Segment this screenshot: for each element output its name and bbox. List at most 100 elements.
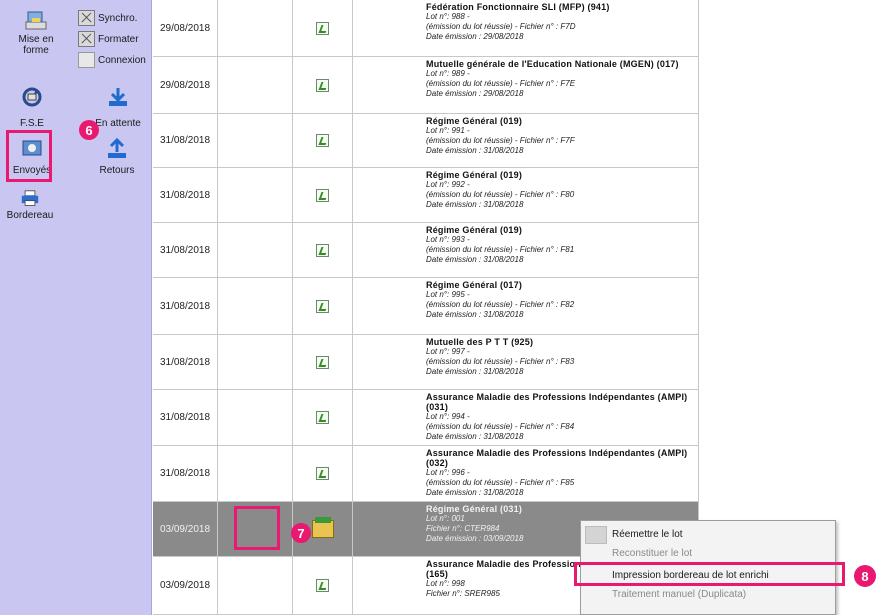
formater-button[interactable]: Formater xyxy=(78,31,139,47)
document-icon[interactable] xyxy=(316,467,329,480)
row-title: Régime Général (031) xyxy=(426,504,523,514)
row-emission-status: (émission du lot réussie) - Fichier n° :… xyxy=(426,79,576,88)
mise-en-forme-icon xyxy=(25,11,47,30)
row-emission-date: Date émission : 31/08/2018 xyxy=(426,310,524,319)
row-description: Régime Général (019) Lot n°: 992 - (émissi… xyxy=(353,168,699,222)
document-icon[interactable] xyxy=(316,579,329,592)
document-icon[interactable] xyxy=(316,411,329,424)
row-date: 31/08/2018 xyxy=(153,446,218,501)
mise-en-forme-label: Mise en forme xyxy=(18,34,54,56)
row-emission-status: (émission du lot réussie) - Fichier n° :… xyxy=(426,300,575,309)
table-row[interactable]: 31/08/2018 Mutuelle des P T T (925) Lot n°… xyxy=(153,335,699,390)
connexion-button[interactable]: Connexion xyxy=(78,52,146,68)
row-description: Assurance Maladie des Professions Indépe… xyxy=(353,390,699,445)
row-doc-cell[interactable] xyxy=(293,57,353,113)
row-emission-status: (émission du lot réussie) - Fichier n° :… xyxy=(426,136,575,145)
fse-sync-icon xyxy=(22,87,42,107)
connexion-checkbox-icon xyxy=(78,52,95,68)
step-badge-7: 7 xyxy=(291,523,311,543)
row-doc-cell[interactable] xyxy=(293,223,353,277)
menu-item-traitement-manuel[interactable]: Traitement manuel (Duplicata) xyxy=(612,589,746,600)
row-empty-cell xyxy=(218,114,293,167)
row-title: Régime Général (017) xyxy=(426,280,523,290)
row-empty-cell xyxy=(218,223,293,277)
table-row[interactable]: 31/08/2018 Régime Général (019) Lot n°: 99… xyxy=(153,114,699,168)
sidebar: Mise en forme Synchro. Formater Connexio… xyxy=(0,0,152,615)
row-emission-status: (émission du lot réussie) - Fichier n° :… xyxy=(426,357,575,366)
document-icon[interactable] xyxy=(316,78,329,92)
document-icon[interactable] xyxy=(316,243,329,257)
synchro-button[interactable]: Synchro. xyxy=(78,10,137,26)
row-description: Mutuelle générale de l'Education Nationa… xyxy=(353,57,699,113)
table-row[interactable]: 31/08/2018 Régime Général (019) Lot n°: 99… xyxy=(153,168,699,223)
row-empty-cell xyxy=(218,335,293,389)
synchro-label: Synchro. xyxy=(98,12,138,24)
document-icon[interactable] xyxy=(316,299,329,313)
bordereau-label: Bordereau xyxy=(6,210,54,221)
row-description: Régime Général (019) Lot n°: 991 - (émissi… xyxy=(353,114,699,167)
row-title: Régime Général (019) xyxy=(426,225,523,235)
fse-button[interactable]: F.S.E xyxy=(10,86,54,129)
row-empty-cell xyxy=(218,278,293,334)
table-row[interactable]: 29/08/2018 Mutuelle générale de l'Educati… xyxy=(153,57,699,114)
table-row[interactable]: 31/08/2018 Régime Général (019) Lot n°: 99… xyxy=(153,223,699,278)
row-doc-cell[interactable] xyxy=(293,168,353,222)
menu-item-reconstituer[interactable]: Reconstituer le lot xyxy=(612,548,692,559)
row-date: 31/08/2018 xyxy=(153,223,218,277)
lot-folder-icon[interactable] xyxy=(311,517,334,538)
row-empty-cell xyxy=(218,446,293,501)
row-doc-cell[interactable] xyxy=(293,278,353,334)
row-empty-cell xyxy=(218,557,293,614)
row-doc-cell[interactable] xyxy=(293,446,353,501)
document-icon[interactable] xyxy=(316,21,329,35)
document-icon[interactable] xyxy=(316,188,329,202)
row-title: Régime Général (019) xyxy=(426,116,523,126)
row-date: 31/08/2018 xyxy=(153,390,218,445)
row-date: 31/08/2018 xyxy=(153,335,218,389)
document-icon[interactable] xyxy=(316,355,329,369)
row-title: Assurance Maladie des Professions Indépe… xyxy=(426,448,688,468)
retours-icon xyxy=(108,138,126,158)
row-emission-date: Date émission : 29/08/2018 xyxy=(426,32,524,41)
row-lot-number: Lot n°: 992 - xyxy=(426,180,470,189)
row-lot-number: Lot n°: 997 - xyxy=(426,347,470,356)
row-emission-status: (émission du lot réussie) - Fichier n° :… xyxy=(426,478,575,487)
connexion-label: Connexion xyxy=(98,54,146,66)
step-badge-6: 6 xyxy=(79,120,99,140)
document-icon[interactable] xyxy=(316,134,329,147)
row-lot-number: Lot n°: 991 - xyxy=(426,126,470,135)
row-doc-cell[interactable] xyxy=(293,557,353,614)
bordereau-button[interactable]: Bordereau xyxy=(6,190,54,221)
row-doc-cell[interactable] xyxy=(293,114,353,167)
en-attente-label: En attente xyxy=(95,118,141,129)
row-title: Régime Général (019) xyxy=(426,170,523,180)
table-row[interactable]: 29/08/2018 Fédération Fonctionnaire SLI (… xyxy=(153,0,699,57)
row-lot-number: Lot n°: 995 - xyxy=(426,290,470,299)
row-emission-date: Date émission : 31/08/2018 xyxy=(426,146,524,155)
row-doc-cell[interactable] xyxy=(293,390,353,445)
row-empty-cell xyxy=(218,57,293,113)
fse-label: F.S.E xyxy=(20,118,44,129)
en-attente-button[interactable]: En attente xyxy=(90,86,146,129)
row-doc-cell[interactable] xyxy=(293,335,353,389)
row-doc-cell[interactable] xyxy=(293,0,353,56)
row-date: 29/08/2018 xyxy=(153,0,218,56)
row-lot-number: Lot n°: 996 - xyxy=(426,468,470,477)
table-row[interactable]: 31/08/2018 Assurance Maladie des Professi… xyxy=(153,446,699,502)
table-row[interactable]: 31/08/2018 Assurance Maladie des Professi… xyxy=(153,390,699,446)
retours-button[interactable]: Retours xyxy=(92,138,142,176)
step-badge-8: 8 xyxy=(854,565,876,587)
row-empty-cell xyxy=(218,390,293,445)
row-emission-date: Date émission : 31/08/2018 xyxy=(426,367,524,376)
table-row[interactable]: 31/08/2018 Régime Général (017) Lot n°: 99… xyxy=(153,278,699,335)
row-empty-cell xyxy=(218,168,293,222)
row-date: 31/08/2018 xyxy=(153,168,218,222)
formater-label: Formater xyxy=(98,33,139,45)
row-empty-cell xyxy=(218,0,293,56)
row-lot-number: Lot n°: 988 - xyxy=(426,12,470,21)
row-title: Mutuelle des P T T (925) xyxy=(426,337,534,347)
mise-en-forme-button[interactable]: Mise en forme xyxy=(6,10,66,56)
menu-item-reemettre[interactable]: Réemettre le lot xyxy=(612,529,683,540)
row-description: Régime Général (017) Lot n°: 995 - (émissi… xyxy=(353,278,699,334)
bordereau-printer-icon xyxy=(21,190,39,206)
